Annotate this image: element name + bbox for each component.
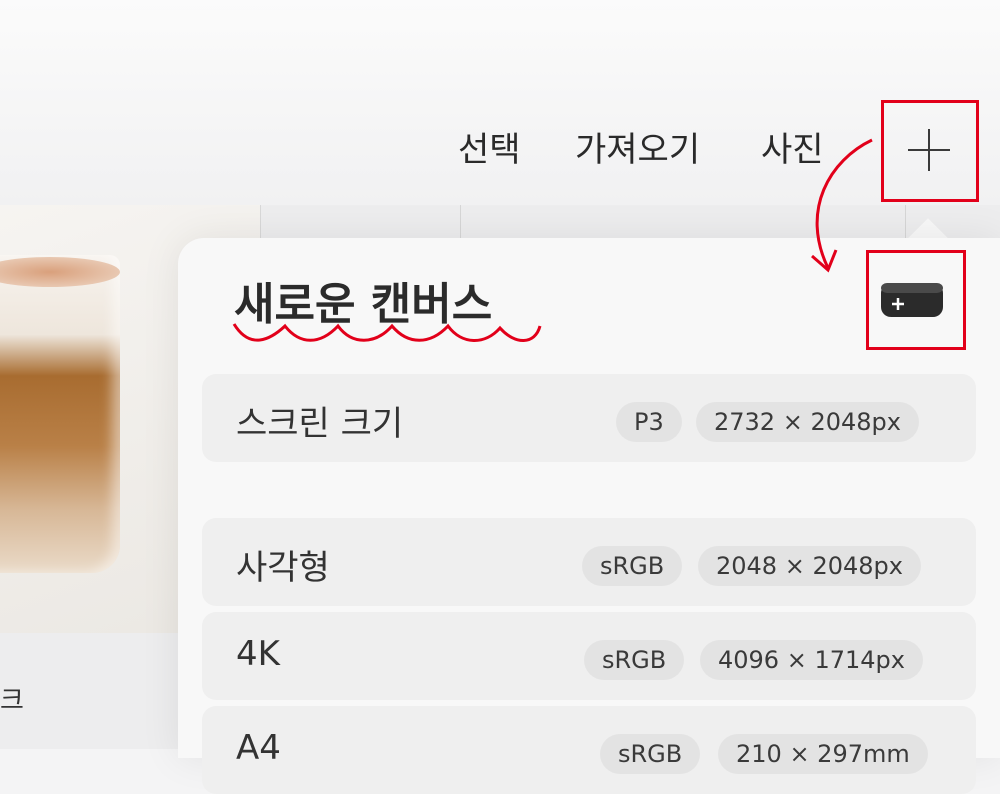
canvas-size-badge: 4096 × 1714px <box>700 640 923 680</box>
canvas-size-badge: 2048 × 2048px <box>698 546 921 586</box>
thumbnail-title: 크 <box>0 686 24 716</box>
preset-label: 사각형 <box>236 548 330 588</box>
canvas-preset-a4[interactable]: A4 sRGB 210 × 297mm <box>202 706 976 794</box>
color-profile-badge: sRGB <box>600 734 701 774</box>
color-profile-badge: sRGB <box>584 640 685 680</box>
color-profile-badge: P3 <box>616 402 682 442</box>
canvas-size-badge: 2732 × 2048px <box>696 402 919 442</box>
plus-button-callout <box>881 100 979 202</box>
select-button[interactable]: 선택 <box>458 130 521 170</box>
preset-label: 4K <box>236 634 280 674</box>
canvas-preset-screen-size[interactable]: 스크린 크기 P3 2732 × 2048px <box>202 374 976 462</box>
canvas-size-badge: 210 × 297mm <box>718 734 928 774</box>
preset-label: 스크린 크기 <box>236 404 404 444</box>
import-button[interactable]: 가져오기 <box>575 130 700 170</box>
latte-artwork-image <box>0 255 120 573</box>
canvas-icon-callout <box>866 250 966 350</box>
popover-title: 새로운 캔버스 <box>234 279 493 330</box>
top-toolbar: 선택 가져오기 사진 <box>0 0 1000 205</box>
photo-button[interactable]: 사진 <box>761 130 824 170</box>
preset-label: A4 <box>236 728 281 768</box>
color-profile-badge: sRGB <box>582 546 683 586</box>
canvas-preset-4k[interactable]: 4K sRGB 4096 × 1714px <box>202 612 976 700</box>
canvas-preset-square[interactable]: 사각형 sRGB 2048 × 2048px <box>202 518 976 606</box>
